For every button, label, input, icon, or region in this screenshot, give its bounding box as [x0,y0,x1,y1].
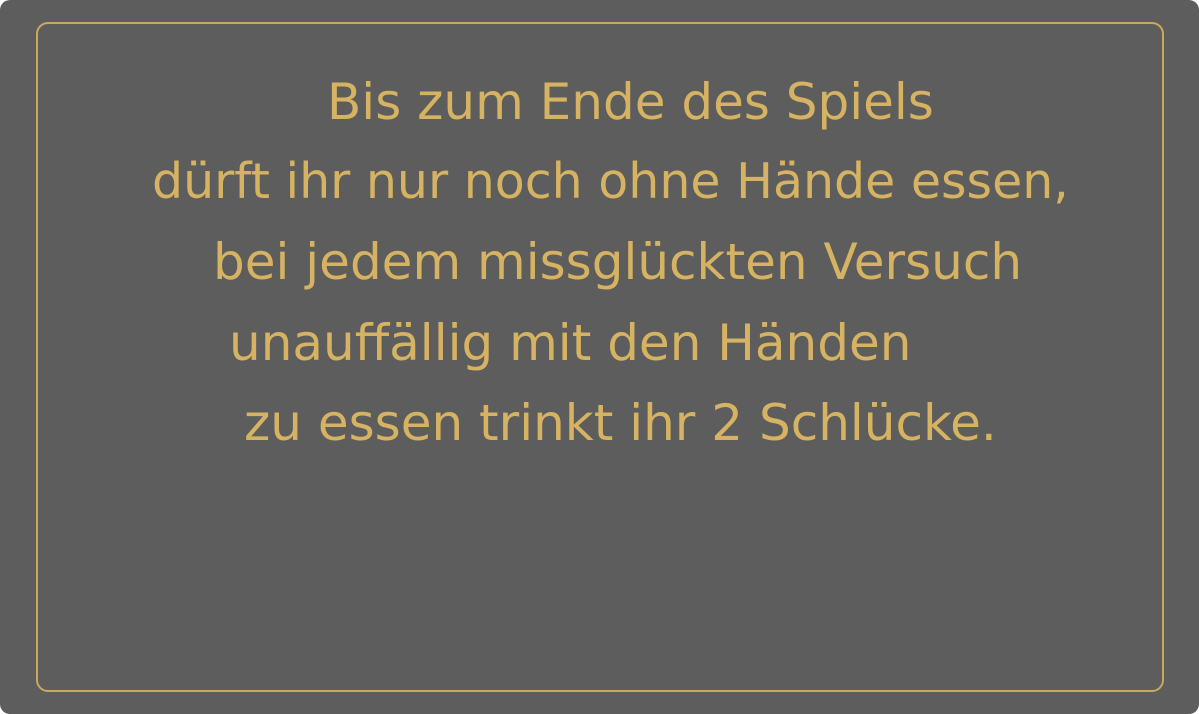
card-text-line-1: Bis zum Ende des Spiels [327,73,934,131]
game-card: Bis zum Ende des Spiels dürft ihr nur no… [0,0,1199,714]
card-text-line-3: bei jedem missglückten Versuch [213,233,1023,291]
card-text-line-5: zu essen trinkt ihr 2 Schlücke. [244,394,997,452]
card-text-line-4: unauffällig mit den Händen [229,314,912,372]
card-text-line-2: dürft ihr nur noch ohne Hände essen, [152,153,1069,210]
